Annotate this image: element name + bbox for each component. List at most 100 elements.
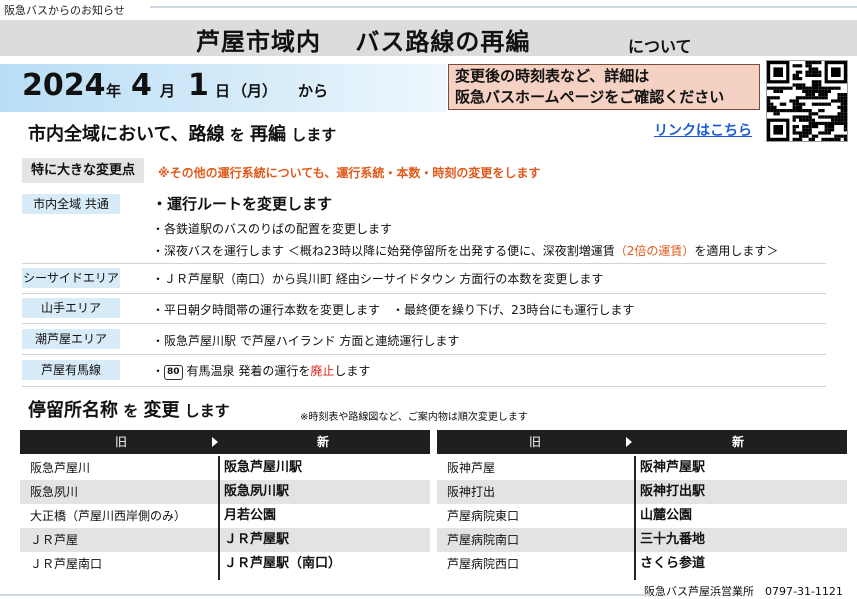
old-stop-name: 芦屋病院南口 [447,533,520,547]
table-header-right: 旧 新 [437,430,847,454]
new-stop-name: ＪＲ芦屋駅（南口） [224,556,342,571]
bottom-divider [0,594,650,596]
major-change-label: 特に大きな変更点 [22,158,144,183]
new-name-header: 新 [317,435,330,449]
major-change-warning: ※その他の運行系統についても、運行系統・本数・時刻の変更をします [158,166,541,180]
heading-emphasis: 変更 [143,400,180,421]
row-divider [22,323,826,324]
heading-emphasis: 再編 [250,124,287,145]
old-name-header: 旧 [115,435,128,449]
notice-line-2: 阪急バスホームページをご確認ください [455,88,725,106]
row-divider [22,386,826,387]
table-row: 大正橋（芦屋川西岸側のみ） 月若公園 [20,504,430,528]
table-row: 阪急芦屋川 阪急芦屋川駅 [20,456,430,480]
details-link[interactable]: リンクはこちら [654,120,752,140]
section-heading-rename: 停留所名称 を 変更 します [28,396,230,422]
new-stop-name: 阪急芦屋川駅 [224,460,303,475]
date-day: 1 [188,68,209,103]
table-row: ＪＲ芦屋 ＪＲ芦屋駅 [20,528,430,552]
new-name-header: 新 [732,435,745,449]
arrow-right-icon [626,437,632,447]
date-weekday: （月） [232,82,278,100]
old-stop-name: 阪神芦屋 [447,461,496,475]
new-stop-name: さくら参道 [640,556,706,571]
table-row: 芦屋病院東口 山麓公園 [437,504,847,528]
route-number-badge: 80 [164,365,183,380]
table-row: 芦屋病院南口 三十九番地 [437,528,847,552]
arrow-right-icon [212,437,218,447]
heading-verb: します [179,402,230,420]
table-row: 阪神打出 阪神打出駅 [437,480,847,504]
new-stop-name: 月若公園 [224,508,277,523]
row-divider [22,293,826,294]
rename-table-left: 阪急芦屋川 阪急芦屋川駅 阪急夙川 阪急夙川駅 大正橋（芦屋川西岸側のみ） 月若公園 … [20,456,430,576]
area-line-late-night-bus: ・深夜バスを運行します ＜概ね23時以降に始発停留所を出発する便に、深夜割増運賃… [152,242,778,259]
new-stop-name: 三十九番地 [640,532,706,547]
page-title-suffix: について [628,37,692,56]
heading-part: 停留所名称 [28,400,118,421]
area-badge-yamate: 山手エリア [22,298,120,318]
new-stop-name: 阪神芦屋駅 [640,460,706,475]
area-line-route-change: ・運行ルートを変更します [152,195,333,213]
arima-text: 有馬温泉 発着の運行を [186,364,311,378]
top-divider [150,6,857,8]
new-stop-name: 阪急夙川駅 [224,484,290,499]
area-line-yamate: ・平日朝夕時間帯の運行本数を変更します ・最終便を繰り下げ、23時台にも運行しま… [152,303,635,317]
section-heading-reorganize: 市内全域において、路線 を 再編 します [28,120,336,146]
qr-code-icon[interactable] [766,60,848,142]
area-line-seaside: ・ＪＲ芦屋駅（南口）から呉川町 経由シーサイドタウン 方面行の本数を変更します [152,272,604,286]
heading-particle: を [118,402,144,420]
date-year-unit: 年 [106,82,122,100]
table-row: 阪急夙川 阪急夙川駅 [20,480,430,504]
old-stop-name: ＪＲ芦屋 [30,533,79,547]
old-stop-name: 阪急夙川 [30,485,79,499]
heading-verb: します [286,126,337,144]
qr-code-graphic [767,61,847,141]
abolish-text: 廃止 [310,364,335,378]
double-fare-note: （2倍の運賃） [614,244,695,258]
column-divider [218,456,220,580]
date-month-unit: 月 [160,82,176,100]
heading-particle: を [224,126,251,144]
area-badge-seaside: シーサイドエリア [22,268,120,288]
rename-note: ※時刻表や路線図など、ご案内物は順次変更します [300,412,528,423]
table-row: 阪神芦屋 阪神芦屋駅 [437,456,847,480]
office-contact: 阪急バス芦屋浜営業所 0797-31-1121 [644,585,843,598]
bullet: ・ [152,364,165,378]
rename-table-right: 阪神芦屋 阪神芦屋駅 阪神打出 阪神打出駅 芦屋病院東口 山麓公園 芦屋病院南口 三十九… [437,456,847,576]
area-line-stop-layout: ・各鉄道駅のバスのりばの配置を変更します [152,222,393,236]
date-day-unit: 日 [215,82,231,100]
date-from: から [298,82,329,100]
area-badge-shioashiya: 潮芦屋エリア [22,329,120,349]
heading-part: 市内全域において、路線 [28,124,225,145]
new-stop-name: 阪神打出駅 [640,484,706,499]
old-stop-name: 芦屋病院東口 [447,509,520,523]
table-row: 芦屋病院西口 さくら参道 [437,552,847,576]
old-name-header: 旧 [529,435,542,449]
old-stop-name: 芦屋病院西口 [447,557,520,571]
area-line-shioashiya: ・阪急芦屋川駅 で芦屋ハイランド 方面と連続運行します [152,334,460,348]
old-stop-name: ＪＲ芦屋南口 [30,557,103,571]
table-header-left: 旧 新 [20,430,430,454]
date-month: 4 [131,68,152,103]
area-line-arima: ・ 80 有馬温泉 発着の運行を廃止します [152,362,370,380]
old-stop-name: 阪急芦屋川 [30,461,91,475]
source-note: 阪急バスからのお知らせ [4,4,125,17]
area-badge-citywide: 市内全域 共通 [22,194,120,214]
arima-text-end: します [334,364,371,378]
late-night-text-end: を適用します＞ [694,244,779,258]
row-divider [22,354,826,355]
column-divider [634,456,636,580]
area-badge-arima-line: 芦屋有馬線 [22,360,120,380]
row-divider [22,263,826,264]
table-row: ＪＲ芦屋南口 ＪＲ芦屋駅（南口） [20,552,430,576]
notice-line-1: 変更後の時刻表など、詳細は [455,67,650,85]
new-stop-name: 山麓公園 [640,508,693,523]
late-night-text: ・深夜バスを運行します ＜概ね23時以降に始発停留所を出発する便に、深夜割増運賃 [152,244,615,258]
old-stop-name: 阪神打出 [447,485,496,499]
new-stop-name: ＪＲ芦屋駅 [224,532,290,547]
old-stop-name: 大正橋（芦屋川西岸側のみ） [30,509,187,523]
page-title: 芦屋市域内 バス路線の再編 [196,28,531,56]
details-notice: 変更後の時刻表など、詳細は 阪急バスホームページをご確認ください [448,64,760,110]
date-year: 2024 [22,68,106,103]
